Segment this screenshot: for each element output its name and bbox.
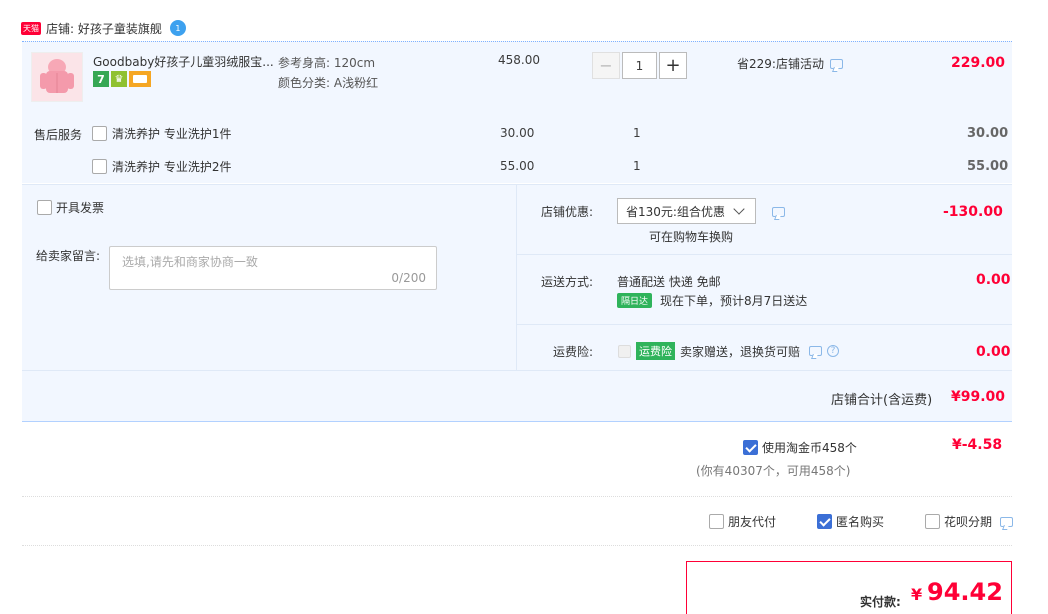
divider-coins bbox=[22, 496, 1012, 497]
friend-pay-option[interactable]: 朋友代付 bbox=[709, 513, 776, 530]
friend-pay-label: 朋友代付 bbox=[728, 515, 777, 529]
tmall-badge: 天猫 bbox=[21, 21, 41, 35]
insurance-row: 运费险 卖家赠送，退换货可赔 ? bbox=[618, 342, 840, 360]
coins-sub: (你有40307个，可用458个) bbox=[696, 464, 851, 478]
product-color: 颜色分类: A浅粉红 bbox=[278, 76, 379, 90]
card-icon[interactable] bbox=[129, 71, 151, 87]
service-1-checkbox[interactable] bbox=[92, 126, 107, 141]
options-divider-1 bbox=[517, 254, 1012, 255]
friend-pay-checkbox[interactable] bbox=[709, 514, 724, 529]
quantity-input[interactable]: 1 bbox=[622, 52, 657, 79]
huabei-option[interactable]: 花呗分期 bbox=[925, 513, 1014, 530]
product-height: 参考身高: 120cm bbox=[278, 56, 376, 70]
invoice-label: 开具发票 bbox=[56, 201, 105, 215]
product-tags: 7 ♛ bbox=[93, 71, 151, 87]
coins-checkbox[interactable] bbox=[743, 440, 758, 455]
service-1-name: 清洗养护 专业洗护1件 bbox=[112, 127, 232, 141]
product-title[interactable]: Goodbaby好孩子儿童羽绒服宝... bbox=[93, 53, 274, 70]
shipping-label: 运送方式: bbox=[541, 275, 594, 289]
invoice-checkbox[interactable] bbox=[37, 200, 52, 215]
discount-selected: 省130元:组合优惠 bbox=[626, 204, 725, 219]
chat-icon[interactable]: 1 bbox=[169, 20, 186, 36]
insurance-badge: 运费险 bbox=[636, 342, 675, 360]
service-row-1: 清洗养护 专业洗护1件 bbox=[92, 125, 231, 142]
huabei-checkbox[interactable] bbox=[925, 514, 940, 529]
discount-label: 店铺优惠: bbox=[541, 205, 594, 219]
final-amount: 94.42 bbox=[927, 578, 1003, 606]
anonymous-label: 匿名购买 bbox=[836, 515, 885, 529]
options-panel bbox=[22, 184, 1012, 422]
help-icon[interactable]: ? bbox=[827, 345, 840, 357]
options-divider-2 bbox=[517, 324, 1012, 325]
anonymous-option[interactable]: 匿名购买 bbox=[817, 513, 884, 530]
chevron-down-icon bbox=[733, 203, 745, 215]
next-day-badge: 隔日达 bbox=[617, 293, 653, 308]
discount-amount: -130.00 bbox=[943, 204, 1003, 220]
discount-select[interactable]: 省130元:组合优惠 bbox=[617, 198, 756, 224]
discount-hint[interactable]: 可在购物车换购 bbox=[649, 228, 733, 245]
shop-total-amount: ¥99.00 bbox=[951, 389, 1006, 405]
insurance-label: 运费险: bbox=[553, 345, 594, 359]
shop-header: 天猫 店铺: 好孩子童装旗舰 1 bbox=[21, 18, 186, 38]
message-label: 给卖家留言: bbox=[36, 249, 101, 263]
final-currency: ¥ bbox=[911, 585, 923, 604]
final-label: 实付款: bbox=[860, 595, 901, 609]
huabei-label: 花呗分期 bbox=[944, 515, 993, 529]
invoice-option[interactable]: 开具发票 bbox=[37, 199, 104, 216]
service-2-name: 清洗养护 专业洗护2件 bbox=[112, 160, 232, 174]
anonymous-checkbox[interactable] bbox=[817, 514, 832, 529]
insurance-text: 卖家赠送，退换货可赔 bbox=[680, 344, 801, 359]
insurance-amount: 0.00 bbox=[976, 344, 1011, 360]
huabei-message-icon[interactable] bbox=[1000, 516, 1014, 527]
service-2-qty: 1 bbox=[633, 159, 641, 173]
service-row-2: 清洗养护 专业洗护2件 bbox=[92, 158, 231, 175]
service-1-total: 30.00 bbox=[967, 126, 1009, 141]
shipping-eta: 现在下单，预计8月7日送达 bbox=[660, 294, 808, 308]
unit-price: 458.00 bbox=[498, 53, 540, 67]
service-1-qty: 1 bbox=[633, 126, 641, 140]
options-divider-vertical bbox=[516, 185, 517, 370]
promo-text: 省229:店铺活动 bbox=[737, 57, 824, 71]
options-divider-3 bbox=[22, 370, 1012, 371]
guarantee-icon[interactable]: ♛ bbox=[111, 71, 127, 87]
shipping-amount: 0.00 bbox=[976, 272, 1011, 288]
message-textarea[interactable]: 选填,请先和商家协商一致 0/200 bbox=[109, 246, 437, 290]
increase-button[interactable]: + bbox=[659, 52, 687, 79]
shop-name[interactable]: 店铺: 好孩子童装旗舰 bbox=[46, 20, 162, 37]
7-day-return-icon[interactable]: 7 bbox=[93, 71, 109, 87]
coins-amount: ¥-4.58 bbox=[952, 437, 1003, 453]
divider-options bbox=[22, 545, 1012, 546]
service-2-price: 55.00 bbox=[500, 159, 535, 173]
quantity-stepper: − 1 + bbox=[592, 52, 687, 79]
promo-message-icon[interactable] bbox=[829, 58, 843, 69]
shop-total-label: 店铺合计(含运费) bbox=[831, 393, 933, 408]
service-2-total: 55.00 bbox=[967, 159, 1009, 174]
after-sales-label: 售后服务 bbox=[34, 128, 83, 142]
insurance-checkbox bbox=[618, 344, 631, 358]
message-placeholder: 选填,请先和商家协商一致 bbox=[122, 255, 258, 269]
coins-label: 使用淘金币458个 bbox=[762, 441, 857, 455]
service-1-price: 30.00 bbox=[500, 126, 535, 140]
decrease-button[interactable]: − bbox=[592, 52, 620, 79]
product-thumbnail[interactable] bbox=[31, 52, 83, 102]
promo-info: 省229:店铺活动 bbox=[737, 55, 843, 72]
shipping-eta-row: 隔日达 现在下单，预计8月7日送达 bbox=[617, 292, 807, 309]
coins-option[interactable]: 使用淘金币458个 bbox=[743, 439, 857, 456]
product-subtotal: 229.00 bbox=[951, 55, 1006, 71]
insurance-message-icon[interactable] bbox=[809, 346, 823, 356]
jacket-image bbox=[40, 59, 74, 93]
shipping-method: 普通配送 快递 免邮 bbox=[617, 275, 721, 289]
discount-message-icon[interactable] bbox=[772, 207, 785, 217]
message-counter: 0/200 bbox=[391, 271, 426, 285]
service-2-checkbox[interactable] bbox=[92, 159, 107, 174]
